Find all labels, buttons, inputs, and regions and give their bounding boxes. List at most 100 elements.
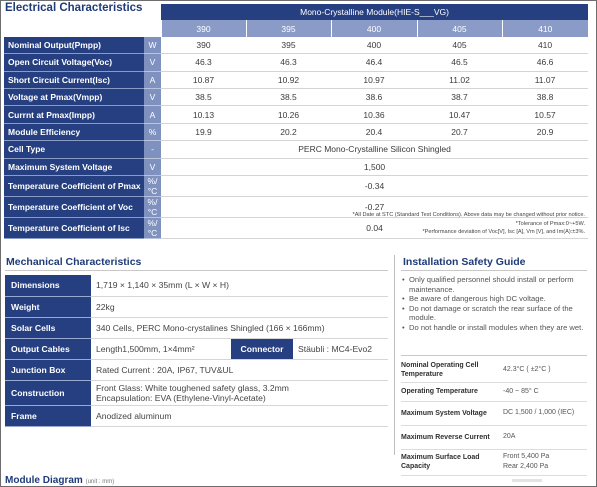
row-label: Currnt at Pmax(Impp)	[4, 105, 144, 124]
safety-spec-table: Nominal Operating Cell Temperature 42.3°…	[401, 358, 587, 476]
row-value: 22kg	[91, 296, 388, 318]
cell-value: 38.7	[417, 88, 502, 107]
spec-value: Front 5,400 Pa Rear 2,400 Pa	[503, 449, 587, 476]
row-label: Output Cables	[5, 338, 91, 360]
row-value: Front Glass: White toughened safety glas…	[91, 380, 388, 406]
mechanical-title: Mechanical Characteristics	[6, 256, 142, 268]
cell-value: 1,500	[161, 158, 589, 176]
construction-line: Encapsulation: EVA (Ethylene-Vinyl-Aceta…	[96, 392, 266, 403]
cell-value: 400	[331, 36, 417, 55]
elec-row-open-circuit-voltage: Open Circuit Voltage(Voc) V 46.3 46.3 46…	[4, 53, 589, 72]
cell-value: 11.02	[417, 71, 502, 89]
row-value: Anodized aluminum	[91, 405, 388, 427]
spec-value: 42.3°C ( ±2°C )	[503, 358, 587, 383]
row-unit: -	[144, 140, 161, 159]
cell-value: 10.92	[246, 71, 331, 89]
cell-value: 19.9	[161, 123, 246, 142]
cell-value: 10.87	[161, 71, 246, 89]
row-label: Short Circuit Current(Isc)	[4, 71, 144, 89]
cell-value: 46.3	[161, 53, 246, 72]
spec-row: Maximum Surface Load Capacity Front 5,40…	[401, 449, 587, 476]
power-header: 395	[245, 20, 331, 37]
elec-row-module-efficiency: Module Efficiency % 19.9 20.2 20.4 20.7 …	[4, 123, 589, 142]
spec-label: Operating Temperature	[401, 382, 503, 402]
footnote: *All Date at STC (Standard Test Conditio…	[352, 212, 585, 218]
cell-value: 38.5	[246, 88, 331, 107]
mech-row-weight: Weight 22kg	[5, 296, 388, 318]
cell-value: 38.5	[161, 88, 246, 107]
faded-label	[512, 479, 542, 482]
mech-row-frame: Frame Anodized aluminum	[5, 405, 388, 427]
row-value: 1,719 × 1,140 × 35mm (L × W × H)	[91, 275, 388, 297]
row-label: Nominal Output(Pmpp)	[4, 36, 144, 55]
row-label: Module Efficiency	[4, 123, 144, 142]
cell-value: PERC Mono-Crystalline Silicon Shingled	[161, 140, 589, 159]
row-unit: V	[144, 53, 161, 72]
row-value: 340 Cells, PERC Mono-crystalines Shingle…	[91, 317, 388, 339]
row-label: Solar Cells	[5, 317, 91, 339]
spec-row: Maximum System Voltage DC 1,500 / 1,000 …	[401, 401, 587, 426]
spec-value: DC 1,500 / 1,000 (IEC)	[503, 401, 587, 426]
row-unit: %/°C	[144, 175, 161, 197]
spec-value-line: Front 5,400 Pa	[503, 453, 550, 460]
cell-value: 46.5	[417, 53, 502, 72]
cell-value: 38.6	[331, 88, 417, 107]
row-label: Construction	[5, 380, 91, 406]
cell-value: 10.26	[246, 105, 331, 124]
spec-value: 20A	[503, 425, 587, 450]
row-value: Rated Current : 20A, IP67, TUV&UL	[91, 359, 388, 381]
cell-value: 46.4	[331, 53, 417, 72]
cell-value: 395	[246, 36, 331, 55]
row-unit: %	[144, 123, 161, 142]
row-label: Dimensions	[5, 275, 91, 297]
cell-value: 10.13	[161, 105, 246, 124]
elec-row-short-circuit-current: Short Circuit Current(Isc) A 10.87 10.92…	[4, 71, 589, 89]
safety-bullet: Do not damage or scratch the rear surfac…	[401, 304, 591, 323]
construction-line: Front Glass: White toughened safety glas…	[96, 382, 289, 393]
row-value: Length1,500mm, 1×4mm²	[91, 338, 231, 360]
spec-value: -40 ~ 85° C	[503, 382, 587, 402]
safety-bullet: Be aware of dangerous high DC voltage.	[401, 294, 591, 304]
spec-label: Maximum Reverse Current	[401, 425, 503, 450]
spec-row: Maximum Reverse Current 20A	[401, 425, 587, 450]
elec-row-temp-coeff-isc: Temperature Coefficient of Isc %/°C 0.04	[4, 217, 589, 239]
section-divider	[394, 255, 395, 455]
elec-row-nominal-output: Nominal Output(Pmpp) W 390 395 400 405 4…	[4, 36, 589, 55]
cell-value: 390	[161, 36, 246, 55]
mechanical-table: Dimensions 1,719 × 1,140 × 35mm (L × W ×…	[5, 275, 388, 427]
spec-label: Nominal Operating Cell Temperature	[401, 358, 503, 383]
divider	[401, 270, 587, 271]
cell-value: 10.47	[417, 105, 502, 124]
row-label: Junction Box	[5, 359, 91, 381]
power-header: 405	[416, 20, 502, 37]
row-unit: W	[144, 36, 161, 55]
row-unit: %/°C	[144, 196, 161, 218]
row-unit: V	[144, 158, 161, 176]
elec-row-temp-coeff-pmax: Temperature Coefficient of Pmax %/°C -0.…	[4, 175, 589, 197]
row-unit: A	[144, 105, 161, 124]
row-label: Weight	[5, 296, 91, 318]
row-label: Cell Type	[4, 140, 144, 159]
elec-row-voltage-at-pmax: Voltage at Pmax(Vmpp) V 38.5 38.5 38.6 3…	[4, 88, 589, 107]
row-label: Voltage at Pmax(Vmpp)	[4, 88, 144, 107]
row-label: Maximum System Voltage	[4, 158, 144, 176]
mech-row-output-cables: Output Cables Length1,500mm, 1×4mm² Conn…	[5, 338, 388, 360]
power-header: 410	[501, 20, 589, 37]
diagram-unit: (unit : mm)	[85, 479, 115, 485]
safety-title: Installation Safety Guide	[403, 256, 526, 268]
electrical-title: Electrical Characteristics	[5, 2, 143, 14]
cell-value: 20.7	[417, 123, 502, 142]
cell-value: 38.8	[502, 88, 589, 107]
elec-row-current-at-pmax: Currnt at Pmax(Impp) A 10.13 10.26 10.36…	[4, 105, 589, 124]
mech-row-solar-cells: Solar Cells 340 Cells, PERC Mono-crystal…	[5, 317, 388, 339]
safety-bullet: Only qualified personnel should install …	[401, 275, 591, 294]
cell-value: 10.36	[331, 105, 417, 124]
row-label: Frame	[5, 405, 91, 427]
cell-value: 46.3	[246, 53, 331, 72]
diagram-title-text: Module Diagram	[5, 475, 83, 486]
power-header: 390	[160, 20, 246, 37]
mech-row-construction: Construction Front Glass: White toughene…	[5, 380, 388, 406]
mech-row-junction-box: Junction Box Rated Current : 20A, IP67, …	[5, 359, 388, 381]
elec-row-max-system-voltage: Maximum System Voltage V 1,500	[4, 158, 589, 176]
cell-value: 405	[417, 36, 502, 55]
